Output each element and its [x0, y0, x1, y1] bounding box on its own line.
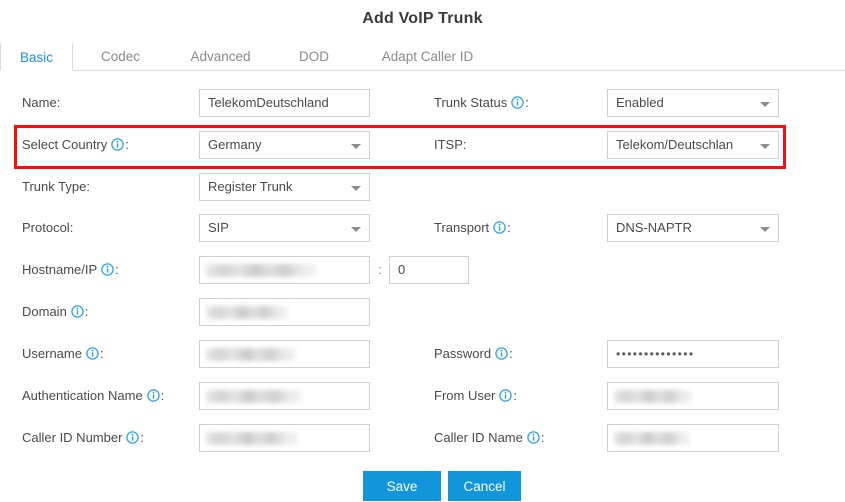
itsp-select[interactable]: Telekom/Deutschlan [607, 131, 779, 159]
cancel-button[interactable]: Cancel [448, 471, 521, 501]
info-icon[interactable] [101, 258, 114, 276]
redacted-value [206, 264, 316, 277]
chevron-down-icon[interactable] [760, 227, 770, 232]
from-user-label: From User: [434, 382, 517, 410]
info-icon[interactable] [495, 342, 508, 360]
tab-advanced-label: Advanced [190, 49, 251, 64]
tab-codec[interactable]: Codec [73, 43, 168, 71]
authentication-name-label: Authentication Name: [22, 382, 164, 410]
info-icon[interactable] [527, 426, 540, 444]
chevron-down-icon[interactable] [760, 102, 770, 107]
domain-label: Domain: [22, 298, 88, 326]
redacted-value [614, 390, 692, 403]
redacted-value [206, 390, 302, 403]
authentication-name-input[interactable] [199, 382, 370, 410]
trunk-type-label: Trunk Type: [22, 179, 90, 194]
trunk-status-select[interactable]: Enabled [607, 89, 779, 117]
tab-basic-label: Basic [19, 50, 53, 65]
hostname-ip-label: Hostname/IP: [22, 256, 119, 284]
info-icon[interactable] [71, 300, 84, 318]
caller-id-name-input[interactable] [607, 424, 779, 452]
save-button[interactable]: Save [363, 471, 441, 501]
trunk-status-label: Trunk Status: [434, 89, 529, 117]
redacted-value [206, 432, 298, 445]
name-input[interactable]: TelekomDeutschland [199, 89, 370, 117]
host-port-separator: : [378, 262, 382, 277]
select-country-label: Select Country: [22, 131, 129, 159]
info-icon[interactable] [499, 384, 513, 402]
page-title: Add VoIP Trunk [362, 10, 483, 27]
tab-strip: Basic Codec Advanced DOD Adapt Caller ID [0, 43, 845, 71]
tab-basic[interactable]: Basic [0, 43, 73, 71]
info-icon[interactable] [86, 342, 99, 360]
protocol-label: Protocol: [22, 220, 74, 235]
caller-id-number-label: Caller ID Number: [22, 424, 144, 452]
transport-select[interactable]: DNS-NAPTR [607, 214, 779, 242]
select-country-select[interactable]: Germany [199, 131, 370, 159]
chevron-down-icon[interactable] [351, 186, 361, 191]
password-label: Password: [434, 340, 513, 368]
caller-id-number-input[interactable] [199, 424, 370, 452]
chevron-down-icon[interactable] [351, 227, 361, 232]
trunk-type-select[interactable]: Register Trunk [199, 173, 370, 201]
tab-dod[interactable]: DOD [273, 43, 355, 71]
chevron-down-icon[interactable] [351, 144, 361, 149]
itsp-label: ITSP: [434, 137, 467, 152]
info-icon[interactable] [146, 384, 160, 402]
password-input[interactable]: •••••••••••••• [607, 340, 779, 368]
tab-codec-label: Codec [100, 49, 141, 64]
port-input[interactable]: 0 [389, 256, 469, 284]
chevron-down-icon[interactable] [760, 144, 770, 149]
hostname-ip-input[interactable] [199, 256, 370, 284]
tab-advanced[interactable]: Advanced [168, 43, 273, 71]
caller-id-name-label: Caller ID Name: [434, 424, 544, 452]
info-icon[interactable] [111, 133, 125, 151]
username-label: Username: [22, 340, 104, 368]
from-user-input[interactable] [607, 382, 779, 410]
tab-adapt-caller-id[interactable]: Adapt Caller ID [355, 43, 500, 71]
redacted-value [206, 306, 288, 319]
transport-label: Transport: [434, 214, 511, 242]
protocol-select[interactable]: SIP [199, 214, 370, 242]
tab-adapt-caller-id-label: Adapt Caller ID [381, 49, 474, 64]
info-icon[interactable] [493, 216, 506, 234]
redacted-value [206, 348, 296, 361]
domain-input[interactable] [199, 298, 370, 326]
name-label: Name: [22, 95, 61, 110]
tab-dod-label: DOD [299, 49, 329, 64]
info-icon[interactable] [126, 426, 140, 444]
username-input[interactable] [199, 340, 370, 368]
info-icon[interactable] [511, 91, 524, 109]
redacted-value [614, 432, 690, 445]
basic-form: Name: TelekomDeutschland Trunk Status: E… [0, 71, 845, 501]
